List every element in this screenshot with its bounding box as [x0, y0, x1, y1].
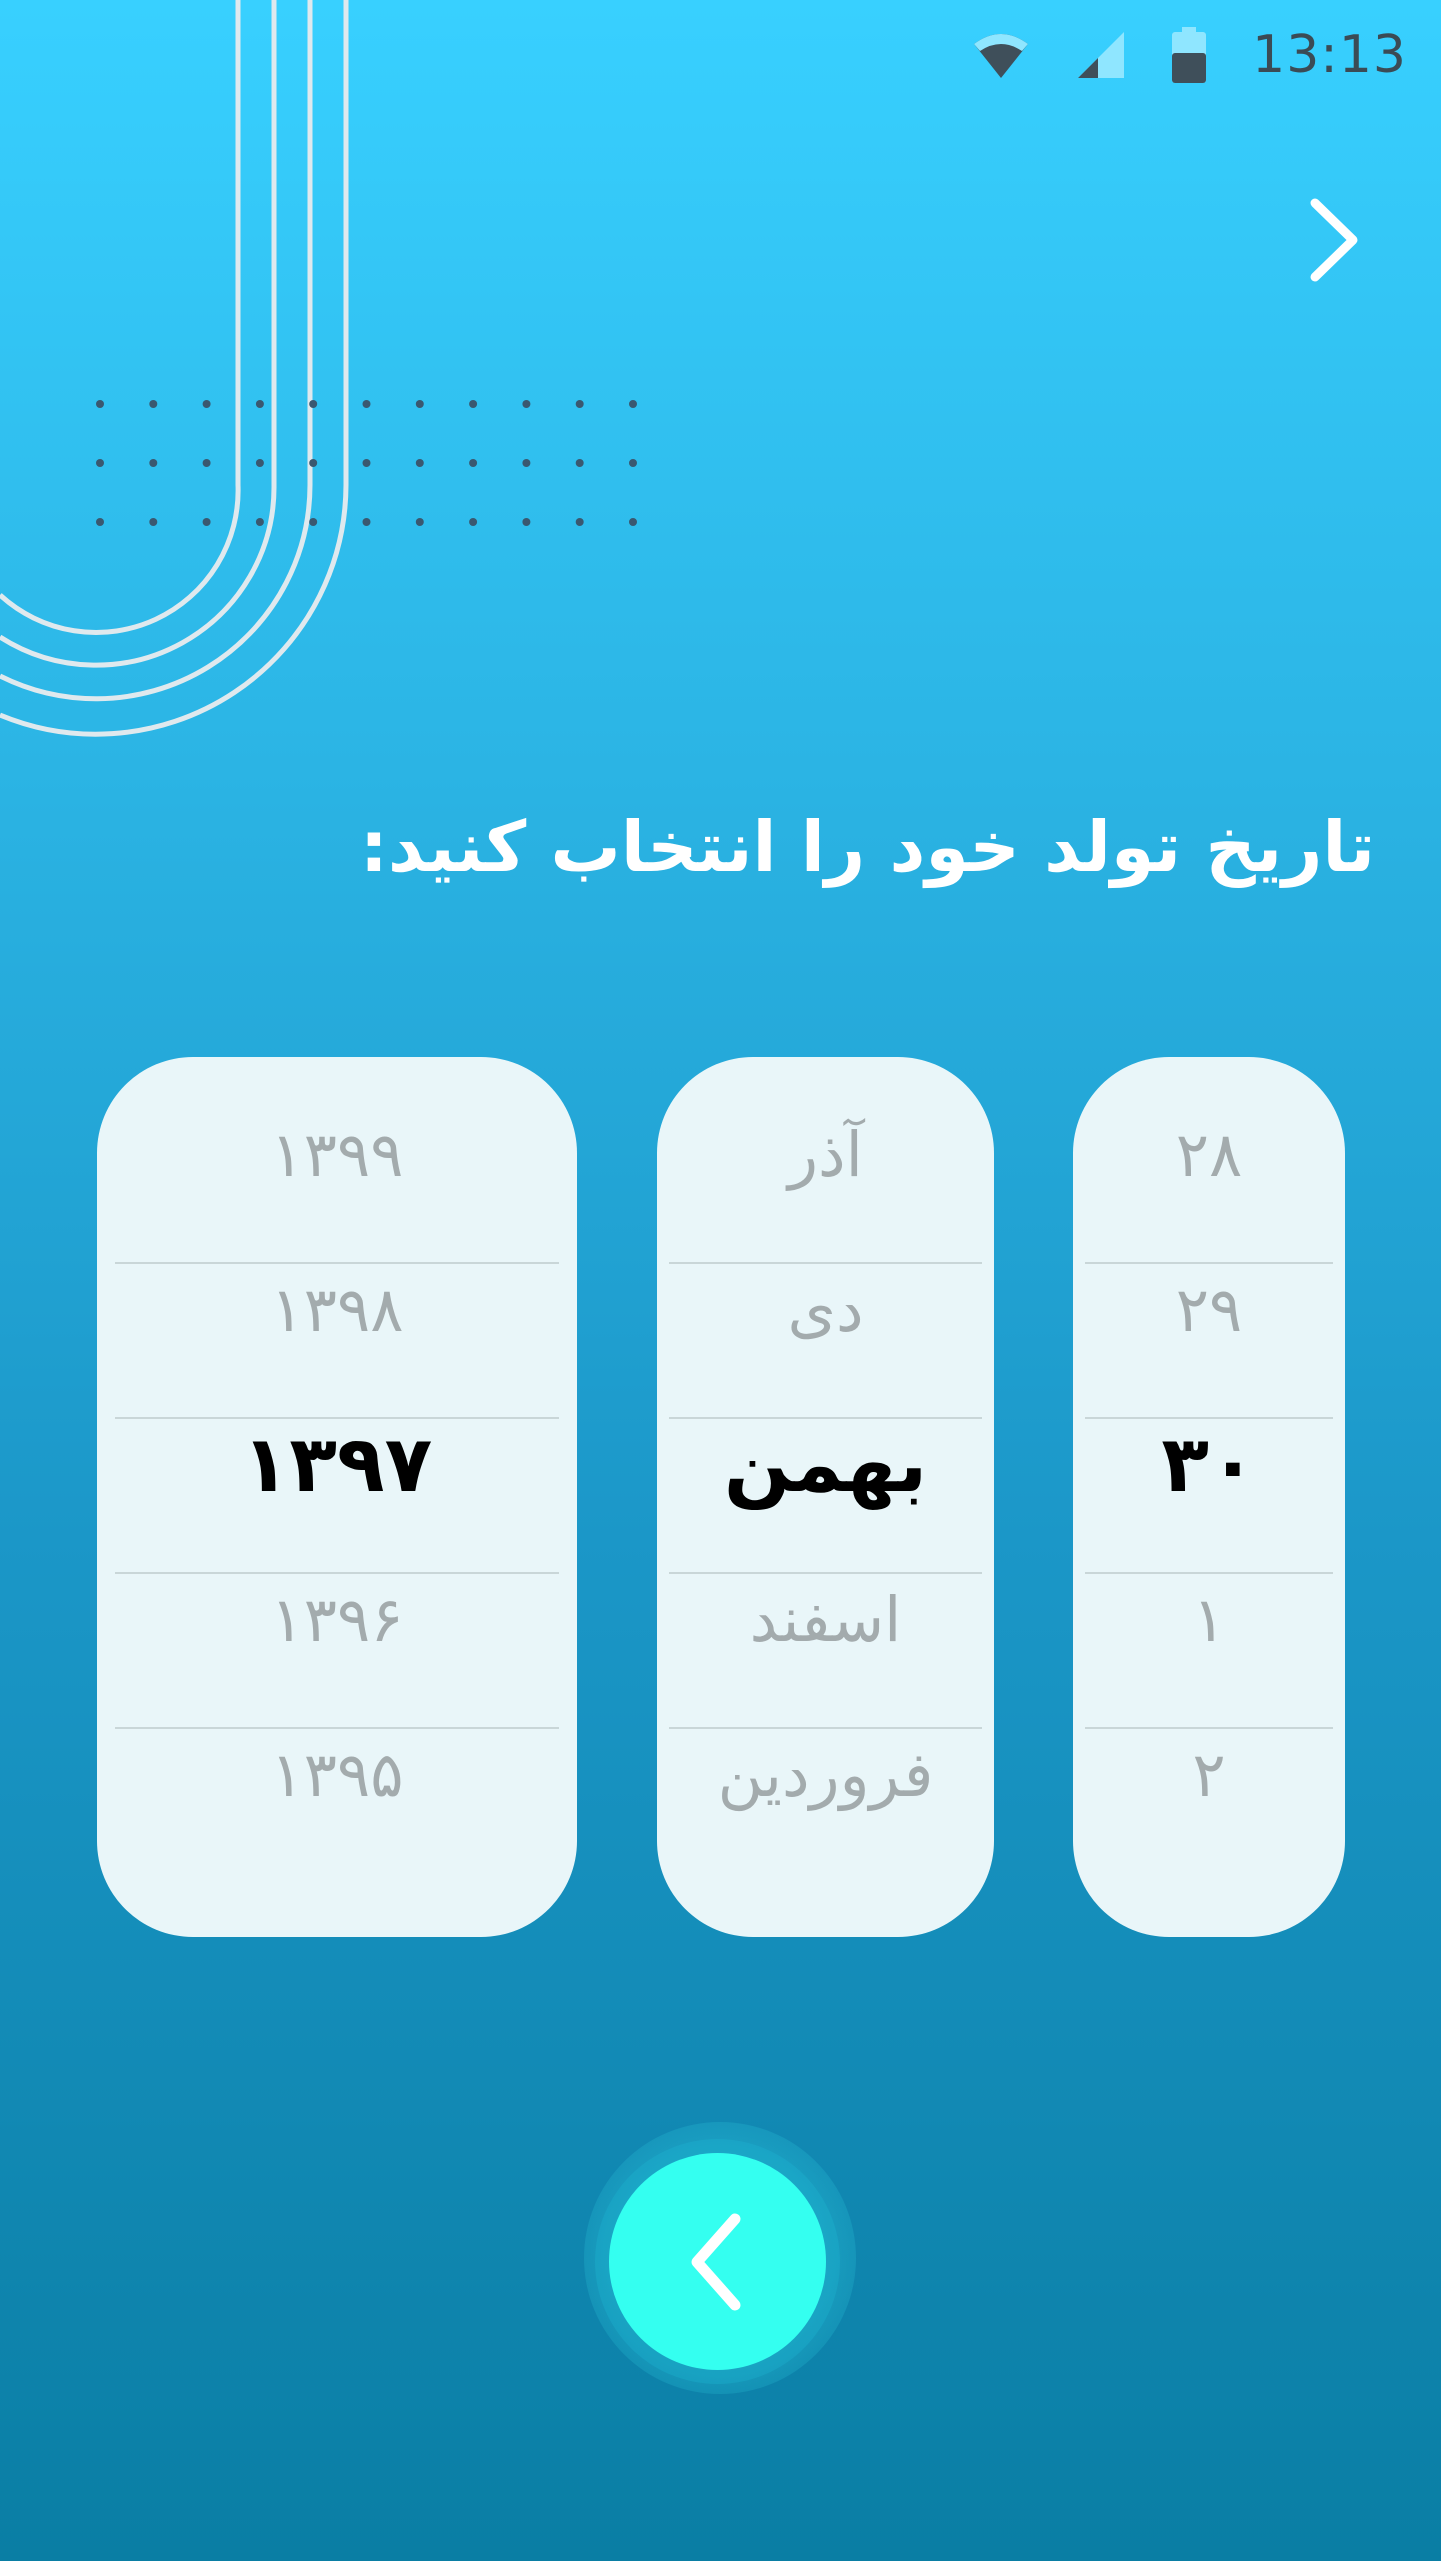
picker-divider — [669, 1262, 982, 1264]
year-option[interactable]: ۱۳۹۵ — [97, 1697, 577, 1852]
picker-divider — [115, 1417, 559, 1419]
day-option[interactable]: ۲۸ — [1073, 1077, 1345, 1232]
picker-divider — [115, 1262, 559, 1264]
picker-divider — [1085, 1572, 1333, 1574]
picker-divider — [1085, 1262, 1333, 1264]
year-option[interactable]: ۱۳۹۹ — [97, 1077, 577, 1232]
decorative-lines-graphic — [0, 0, 349, 737]
picker-divider — [1085, 1727, 1333, 1729]
month-option[interactable]: بهمن — [657, 1387, 994, 1542]
month-option[interactable]: فروردین — [657, 1697, 994, 1852]
decorative-dot-grid — [96, 400, 637, 526]
wifi-icon — [972, 30, 1030, 80]
day-option[interactable]: ۳۰ — [1073, 1387, 1345, 1542]
picker-divider — [1085, 1417, 1333, 1419]
month-picker[interactable]: آذر دی بهمن اسفند فروردین — [657, 1057, 994, 1937]
month-option[interactable]: آذر — [657, 1077, 994, 1232]
year-option[interactable]: ۱۳۹۷ — [97, 1387, 577, 1542]
picker-divider — [115, 1572, 559, 1574]
status-bar: 13:13 — [972, 0, 1441, 110]
status-time: 13:13 — [1252, 25, 1407, 85]
picker-divider — [669, 1417, 982, 1419]
picker-divider — [669, 1727, 982, 1729]
chevron-left-icon — [691, 2213, 740, 2310]
month-option[interactable]: اسفند — [657, 1542, 994, 1697]
day-option[interactable]: ۲۹ — [1073, 1232, 1345, 1387]
day-picker[interactable]: ۲۸ ۲۹ ۳۰ ۱ ۲ — [1073, 1057, 1345, 1937]
birthdate-screen: 13:13 تاریخ تولد خود را انتخاب کنید: ۲۸ ۲… — [0, 0, 1441, 2561]
picker-divider — [669, 1572, 982, 1574]
battery-icon — [1172, 27, 1207, 83]
day-option[interactable]: ۱ — [1073, 1542, 1345, 1697]
signal-icon — [1076, 30, 1126, 80]
year-picker[interactable]: ۱۳۹۹ ۱۳۹۸ ۱۳۹۷ ۱۳۹۶ ۱۳۹۵ — [97, 1057, 577, 1937]
day-option[interactable]: ۲ — [1073, 1697, 1345, 1852]
chevron-right-icon — [1310, 198, 1358, 282]
year-option[interactable]: ۱۳۹۶ — [97, 1542, 577, 1697]
forward-button[interactable] — [1285, 190, 1385, 290]
back-button[interactable] — [609, 2153, 826, 2370]
page-title: تاریخ تولد خود را انتخاب کنید: — [359, 806, 1375, 888]
picker-divider — [115, 1727, 559, 1729]
month-option[interactable]: دی — [657, 1232, 994, 1387]
year-option[interactable]: ۱۳۹۸ — [97, 1232, 577, 1387]
